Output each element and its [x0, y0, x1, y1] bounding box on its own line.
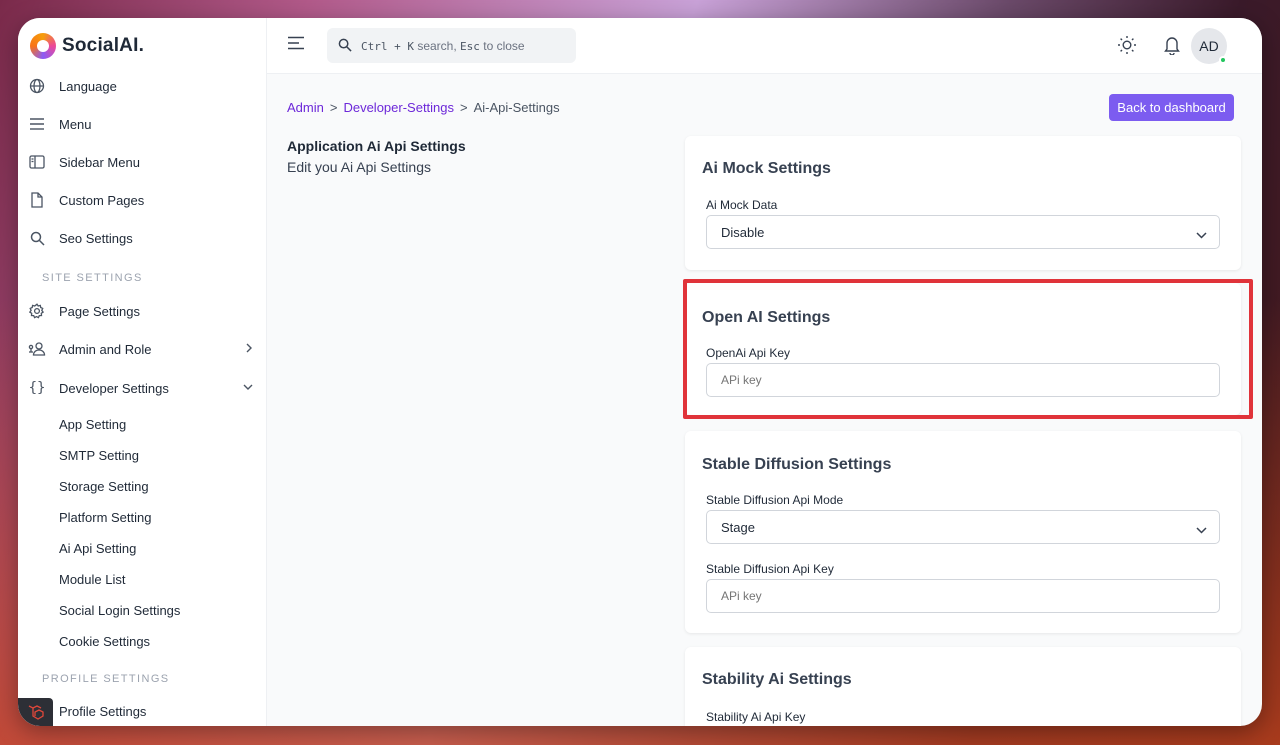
search-hint-close: to close	[483, 39, 525, 53]
bell-icon[interactable]	[1163, 35, 1185, 57]
stability-ai-settings-card: Stability Ai Settings Stability Ai Api K…	[685, 647, 1241, 726]
openai-api-key-input[interactable]	[706, 363, 1220, 397]
section-title-site-settings: SITE SETTINGS	[42, 272, 143, 284]
field-label: Stability Ai Api Key	[706, 710, 806, 724]
page-title: Application Ai Api Settings	[287, 138, 466, 154]
search-hint: search,	[417, 39, 457, 53]
search-placeholder: Ctrl + K search, Esc to close	[361, 39, 525, 53]
search-input[interactable]: Ctrl + K search, Esc to close	[327, 28, 576, 63]
sidebar-subitem-module-list[interactable]: Module List	[59, 572, 125, 587]
laravel-icon[interactable]	[18, 698, 53, 726]
file-icon	[28, 191, 46, 209]
sidebar-item-language[interactable]: Language	[18, 72, 267, 100]
chevron-down-icon	[1196, 227, 1207, 242]
chevron-down-icon	[1196, 522, 1207, 537]
sidebar-item-label: Seo Settings	[59, 230, 133, 246]
card-title: Open AI Settings	[702, 309, 831, 326]
breadcrumb-developer-settings[interactable]: Developer-Settings	[343, 100, 454, 115]
brand[interactable]: SocialAI.	[30, 32, 144, 60]
select-value: Stage	[721, 519, 755, 535]
shortcut-esc: Esc	[460, 40, 480, 53]
breadcrumb-separator: >	[460, 100, 468, 115]
sidebar-item-label: Admin and Role	[59, 341, 152, 357]
sidebar-item-label: Language	[59, 78, 117, 94]
sidebar-subitem-app-setting[interactable]: App Setting	[59, 417, 126, 432]
select-value: Disable	[721, 224, 765, 240]
page-subtitle: Edit you Ai Api Settings	[287, 159, 431, 175]
field-label: Stable Diffusion Api Key	[706, 562, 834, 576]
menu-icon	[28, 115, 46, 133]
sidebar-item-label: Custom Pages	[59, 192, 145, 208]
chevron-right-icon	[245, 343, 253, 356]
sidebar-item-profile-settings[interactable]: Profile Settings	[59, 704, 146, 719]
search-icon	[338, 38, 352, 55]
field-label: Stable Diffusion Api Mode	[706, 493, 844, 507]
card-title: Stable Diffusion Settings	[702, 456, 892, 473]
sun-icon[interactable]	[1117, 35, 1139, 57]
stable-diffusion-settings-card: Stable Diffusion Settings Stable Diffusi…	[685, 431, 1241, 633]
sidebar-item-label: Page Settings	[59, 303, 140, 319]
avatar-initials: AD	[1199, 38, 1219, 54]
sidebar: SocialAI. Language Menu Sidebar Menu Cus…	[18, 18, 267, 726]
brand-name: SocialAI.	[62, 35, 145, 56]
ai-mock-settings-card: Ai Mock Settings Ai Mock Data Disable	[685, 136, 1241, 270]
section-title-profile-settings: PROFILE SETTINGS	[42, 673, 170, 685]
online-status-dot	[1219, 56, 1227, 64]
sidebar-item-label: Menu	[59, 116, 92, 132]
sidebar-item-admin-and-role[interactable]: Admin and Role	[18, 335, 267, 363]
sidebar-item-seo-settings[interactable]: Seo Settings	[18, 224, 267, 252]
sidebar-subitem-storage-setting[interactable]: Storage Setting	[59, 479, 149, 494]
topbar: Ctrl + K search, Esc to close AD	[267, 18, 1262, 74]
globe-icon	[28, 77, 46, 95]
search-icon	[28, 229, 46, 247]
breadcrumb-admin[interactable]: Admin	[287, 100, 324, 115]
sidebar-subitem-cookie-settings[interactable]: Cookie Settings	[59, 634, 150, 649]
field-label: OpenAi Api Key	[706, 346, 791, 360]
sidebar-subitem-platform-setting[interactable]: Platform Setting	[59, 510, 152, 525]
breadcrumb: Admin > Developer-Settings > Ai-Api-Sett…	[287, 100, 560, 115]
sidebar-item-custom-pages[interactable]: Custom Pages	[18, 186, 267, 214]
stable-diffusion-mode-select[interactable]: Stage	[706, 510, 1220, 544]
shortcut-ctrl-k: Ctrl + K	[361, 40, 414, 53]
breadcrumb-separator: >	[329, 100, 338, 115]
sidebar-item-label: Sidebar Menu	[59, 154, 140, 170]
sidebar-item-label: Developer Settings	[59, 380, 169, 396]
app-window: SocialAI. Language Menu Sidebar Menu Cus…	[18, 18, 1262, 726]
breadcrumb-current: Ai-Api-Settings	[473, 100, 560, 115]
sidebar-subitem-smtp-setting[interactable]: SMTP Setting	[59, 448, 139, 463]
socialai-logo-icon	[30, 33, 56, 59]
chevron-down-icon	[243, 382, 253, 394]
sidebar-item-page-settings[interactable]: Page Settings	[18, 297, 267, 325]
ai-mock-data-select[interactable]: Disable	[706, 215, 1220, 249]
field-label: Ai Mock Data	[706, 198, 778, 212]
braces-icon: {}	[28, 380, 46, 396]
sidebar-subitem-social-login-settings[interactable]: Social Login Settings	[59, 603, 180, 618]
sidebar-icon	[28, 153, 46, 171]
card-title: Stability Ai Settings	[702, 671, 852, 688]
sidebar-item-menu[interactable]: Menu	[18, 110, 267, 138]
users-icon	[28, 340, 46, 358]
card-title: Ai Mock Settings	[702, 160, 831, 177]
hamburger-menu-icon[interactable]	[287, 36, 307, 54]
open-ai-settings-card: Open AI Settings OpenAi Api Key	[685, 283, 1241, 415]
sidebar-item-sidebar-menu[interactable]: Sidebar Menu	[18, 148, 267, 176]
sidebar-item-developer-settings[interactable]: {} Developer Settings	[18, 374, 267, 402]
stable-diffusion-api-key-input[interactable]	[706, 579, 1220, 613]
avatar[interactable]: AD	[1191, 28, 1227, 64]
gear-icon	[28, 302, 46, 320]
sidebar-subitem-ai-api-setting[interactable]: Ai Api Setting	[59, 541, 136, 556]
back-to-dashboard-button[interactable]: Back to dashboard	[1109, 94, 1234, 121]
